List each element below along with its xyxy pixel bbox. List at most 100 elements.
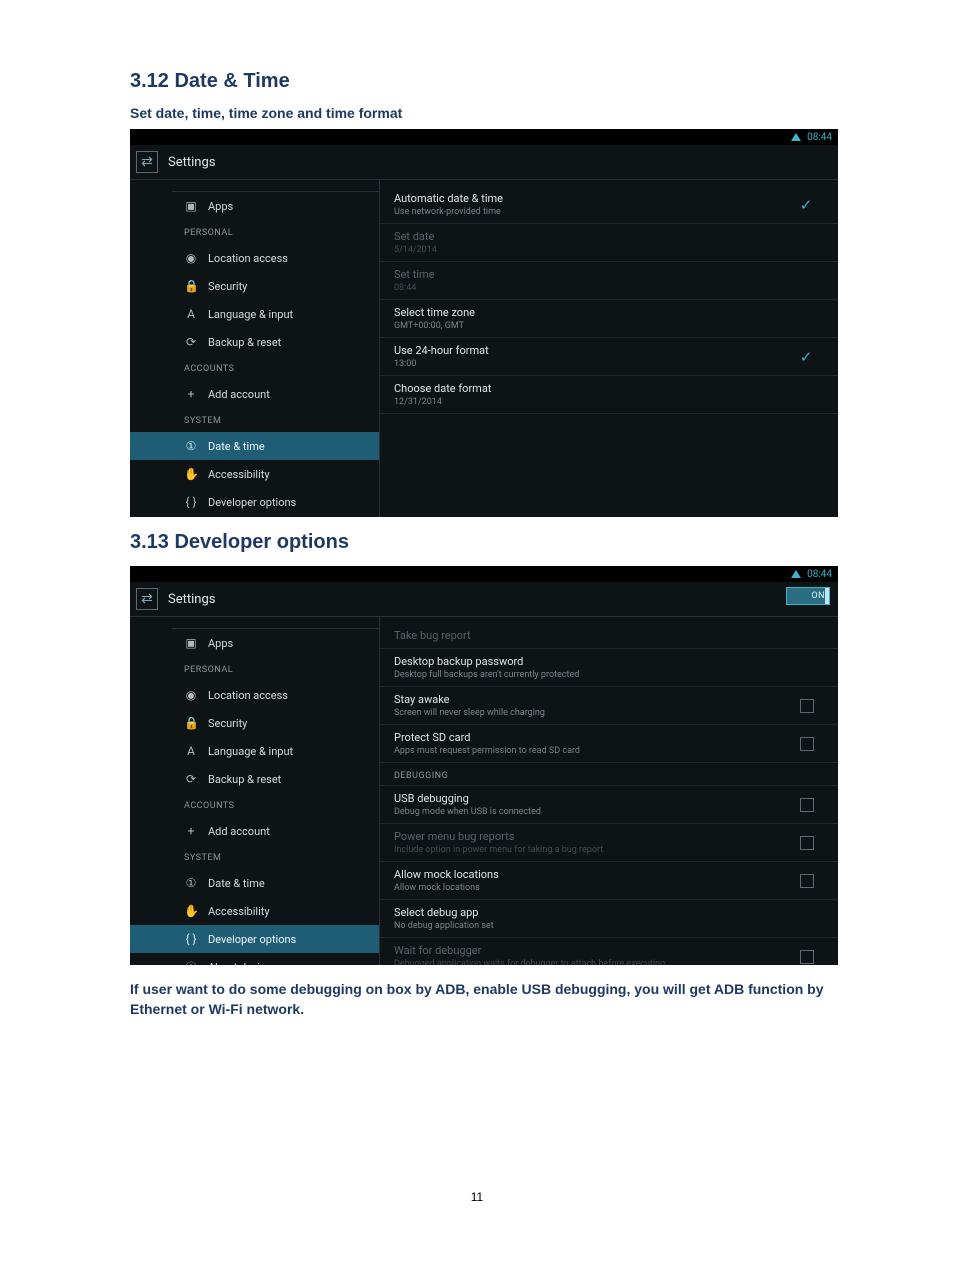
- status-clock: 08:44: [807, 132, 832, 143]
- sidebar-item-add-account-icon: +: [184, 824, 198, 838]
- sidebar-item-backup-icon: ⟳: [184, 335, 198, 349]
- sidebar-item-about-icon: ⓘ: [184, 959, 198, 966]
- heading-date-time: 3.12 Date & Time: [130, 70, 824, 93]
- checkmark-icon[interactable]: ✓: [798, 350, 814, 364]
- settings-row[interactable]: Select debug appNo debug application set: [380, 900, 838, 938]
- wifi-icon: [791, 133, 801, 141]
- sidebar-item-add-account[interactable]: +Add account: [130, 380, 379, 408]
- sidebar-category: PERSONAL: [130, 657, 379, 681]
- settings-row[interactable]: Select time zone GMT+00:00, GMT: [380, 300, 838, 338]
- developer-on-switch[interactable]: ON: [786, 587, 830, 605]
- row-subtitle: 13:00: [394, 359, 798, 369]
- sidebar-item-add-account-icon: +: [184, 387, 198, 401]
- developer-body-text: If user want to do some debugging on box…: [130, 979, 824, 1020]
- settings-row[interactable]: Stay awakeScreen will never sleep while …: [380, 687, 838, 725]
- row-title: Desktop backup password: [394, 655, 824, 668]
- sidebar-item-accessibility-icon: ✋: [184, 904, 198, 918]
- sidebar-item-security[interactable]: 🔒Security: [130, 272, 379, 300]
- sidebar-item-accessibility[interactable]: ✋Accessibility: [130, 460, 379, 488]
- settings-title: Settings: [168, 155, 215, 170]
- row-title: Take bug report: [394, 629, 824, 642]
- sidebar-item-location[interactable]: ◉Location access: [130, 244, 379, 272]
- row-title: Stay awake: [394, 693, 800, 706]
- sidebar-category: PERSONAL: [130, 220, 379, 244]
- status-bar: 08:44: [130, 566, 838, 582]
- settings-sidebar: ▣AppsPERSONAL◉Location access🔒SecurityAL…: [130, 617, 380, 965]
- sidebar-item-security[interactable]: 🔒Security: [130, 709, 379, 737]
- settings-row[interactable]: USB debuggingDebug mode when USB is conn…: [380, 786, 838, 824]
- sidebar-item-datetime-icon: ①: [184, 439, 198, 453]
- sidebar-item-label: Language & input: [184, 745, 293, 758]
- settings-row[interactable]: Choose date format12/31/2014: [380, 376, 838, 414]
- checkbox[interactable]: [800, 874, 814, 888]
- sidebar-item-location[interactable]: ◉Location access: [130, 681, 379, 709]
- sidebar-item-location-icon: ◉: [184, 251, 198, 265]
- row-subtitle: Use network-provided time: [394, 207, 798, 217]
- sidebar-category: SYSTEM: [130, 408, 379, 432]
- sidebar-item-language-icon: A: [184, 744, 198, 758]
- settings-row[interactable]: Protect SD cardApps must request permiss…: [380, 725, 838, 763]
- sidebar-item-developer[interactable]: { }Developer options: [130, 925, 379, 953]
- row-subtitle: 5/14/2014: [394, 245, 824, 255]
- sidebar-item-label: Location access: [184, 689, 288, 702]
- checkbox[interactable]: [800, 699, 814, 713]
- sidebar-item-label: Location access: [184, 252, 288, 265]
- subheading-date-time: Set date, time, time zone and time forma…: [130, 105, 824, 121]
- settings-row: Wait for debugger Debugged application wa…: [380, 938, 838, 965]
- checkbox[interactable]: [800, 737, 814, 751]
- heading-developer: 3.13 Developer options: [130, 531, 824, 554]
- sidebar-item-label: Backup & reset: [184, 773, 281, 786]
- row-subtitle: No debug application set: [394, 921, 824, 931]
- sidebar-item-label: Developer options: [184, 496, 296, 509]
- sidebar-category: SYSTEM: [130, 845, 379, 869]
- sidebar-item-apps[interactable]: ▣Apps: [130, 192, 379, 220]
- status-bar: 08:44: [130, 129, 838, 145]
- sidebar-item-accessibility[interactable]: ✋Accessibility: [130, 897, 379, 925]
- title-bar: ⇄ Settings ON: [130, 582, 838, 617]
- row-subtitle: GMT+00:00, GMT: [394, 321, 824, 331]
- sidebar-item-label: Language & input: [184, 308, 293, 321]
- checkbox[interactable]: [800, 798, 814, 812]
- title-bar: ⇄ Settings: [130, 145, 838, 180]
- row-title: Select time zone: [394, 306, 824, 319]
- row-title: Power menu bug reports: [394, 830, 800, 843]
- sidebar-item-about[interactable]: ⓘAbout device: [130, 516, 379, 517]
- screenshot-developer: 08:44 ⇄ Settings ON ▣AppsPERSONAL◉Locati…: [130, 566, 838, 965]
- content-category: DEBUGGING: [380, 763, 838, 786]
- settings-row[interactable]: Use 24-hour format 13:00✓: [380, 338, 838, 376]
- status-clock: 08:44: [807, 569, 832, 580]
- sidebar-item-language[interactable]: ALanguage & input: [130, 737, 379, 765]
- row-title: Wait for debugger: [394, 944, 800, 957]
- row-subtitle: Debugged application waits for debugger …: [394, 959, 800, 965]
- settings-row[interactable]: Automatic date & timeUse network-provide…: [380, 186, 838, 224]
- sidebar-item-security-icon: 🔒: [184, 716, 198, 730]
- row-title: Use 24-hour format: [394, 344, 798, 357]
- sidebar-item-developer-icon: { }: [184, 495, 198, 509]
- sidebar-item-backup[interactable]: ⟳Backup & reset: [130, 328, 379, 356]
- sidebar-item-about[interactable]: ⓘAbout device: [130, 953, 379, 965]
- sidebar-item-apps[interactable]: ▣Apps: [130, 629, 379, 657]
- row-subtitle: Desktop full backups aren't currently pr…: [394, 670, 824, 680]
- sidebar-item-accessibility-icon: ✋: [184, 467, 198, 481]
- sidebar-item-language[interactable]: ALanguage & input: [130, 300, 379, 328]
- sidebar-item-location-icon: ◉: [184, 688, 198, 702]
- sidebar-item-datetime[interactable]: ①Date & time: [130, 869, 379, 897]
- sidebar-item-backup[interactable]: ⟳Backup & reset: [130, 765, 379, 793]
- settings-row[interactable]: Desktop backup password Desktop full back…: [380, 649, 838, 687]
- settings-title: Settings: [168, 592, 215, 607]
- row-subtitle: Include option in power menu for taking …: [394, 845, 800, 855]
- row-title: Allow mock locations: [394, 868, 800, 881]
- settings-row: Set date 5/14/2014: [380, 224, 838, 262]
- sidebar-item-datetime[interactable]: ①Date & time: [130, 432, 379, 460]
- settings-row[interactable]: Allow mock locationsAllow mock locations: [380, 862, 838, 900]
- sidebar-item-add-account[interactable]: +Add account: [130, 817, 379, 845]
- row-title: Set date: [394, 230, 824, 243]
- sidebar-item-developer[interactable]: { }Developer options: [130, 488, 379, 516]
- sidebar-item-label: Backup & reset: [184, 336, 281, 349]
- checkmark-icon[interactable]: ✓: [798, 198, 814, 212]
- sidebar-item-datetime-icon: ①: [184, 876, 198, 890]
- sidebar-category: ACCOUNTS: [130, 356, 379, 380]
- wifi-icon: [791, 570, 801, 578]
- sidebar-item-backup-icon: ⟳: [184, 772, 198, 786]
- screenshot-datetime: 08:44 ⇄ Settings ▣AppsPERSONAL◉Location …: [130, 129, 838, 517]
